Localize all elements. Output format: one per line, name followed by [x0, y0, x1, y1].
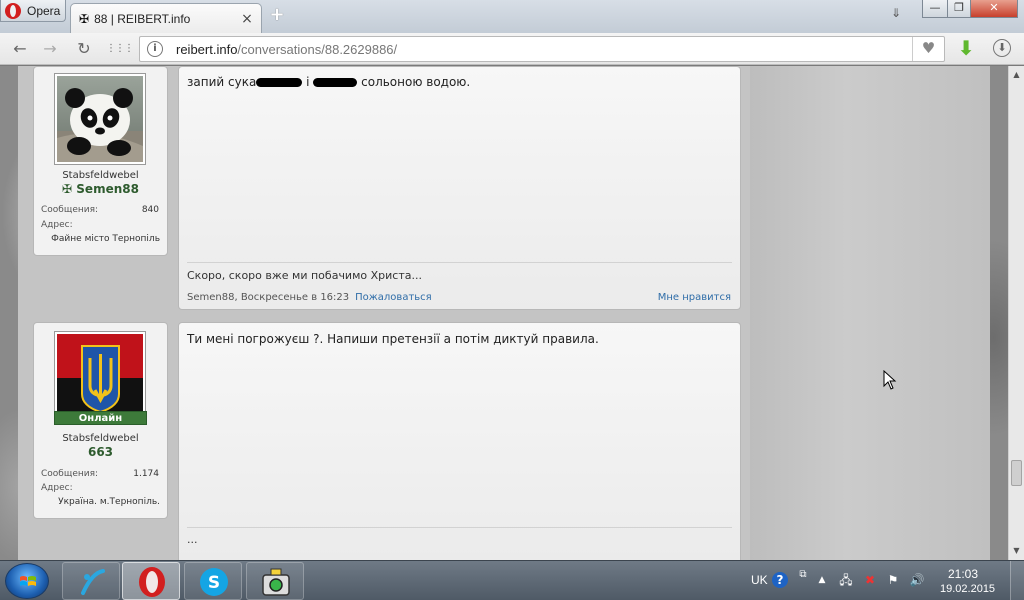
url-path: /conversations/88.2629886/: [237, 42, 398, 57]
panda-avatar[interactable]: [54, 73, 146, 165]
skype-icon: S: [200, 568, 228, 596]
scroll-thumb[interactable]: [1011, 460, 1022, 486]
window-restore-button[interactable]: ❐: [947, 0, 971, 18]
telecom-app-icon: [81, 569, 105, 595]
windows-logo-icon: [20, 576, 36, 586]
post-2-text: Ти мені погрожуєш ?. Напиши претензії а …: [187, 332, 599, 346]
site-info-icon[interactable]: i: [147, 41, 163, 57]
clock-time[interactable]: 21:03: [940, 567, 986, 581]
signature-divider: [187, 262, 732, 263]
bookmark-heart-icon[interactable]: ♥: [912, 37, 944, 61]
camera-icon: [262, 568, 290, 596]
post-2-signature: ...: [187, 533, 198, 546]
mouse-cursor-icon: [883, 370, 897, 390]
username-link[interactable]: ✠ Semen88: [34, 182, 167, 196]
new-tab-button[interactable]: +: [268, 6, 286, 24]
post-1-message: запий сука і сольоною водою. Скоро, скор…: [178, 66, 741, 310]
browser-navigation-bar: ← → ↻ ⋮⋮⋮ i reibert.info/conversations/8…: [0, 33, 1024, 65]
address-value: Файне місто Тернопіль: [51, 234, 160, 244]
opera-logo-icon: [5, 2, 21, 19]
browser-title-bar: Opera ✠ 88 | REIBERT.info × + ⇓ — ❐ ✕: [0, 0, 1024, 33]
tab-menu-icon[interactable]: ⇓: [887, 6, 905, 22]
trident-flag-avatar[interactable]: [54, 331, 146, 423]
post-1-signature: Скоро, скоро вже ми побачимо Христа...: [187, 269, 422, 282]
taskbar-opera[interactable]: [122, 562, 180, 600]
downloads-icon[interactable]: ⬇: [993, 39, 1011, 57]
report-link[interactable]: Пожаловаться: [355, 292, 432, 303]
keyboard-language-indicator[interactable]: UK: [751, 573, 768, 587]
scroll-up-arrow-icon[interactable]: ▲: [1009, 68, 1024, 82]
tab-title: 88 | REIBERT.info: [94, 11, 191, 26]
redacted-mark: [256, 78, 303, 87]
clock-date[interactable]: 19.02.2015: [940, 583, 995, 595]
online-status-badge: Онлайн: [54, 411, 147, 425]
like-link[interactable]: Мне нравится: [658, 292, 731, 303]
post-1-text-end: сольоною водою.: [361, 75, 471, 89]
taskbar-telecom-app[interactable]: [62, 562, 120, 600]
address-value: Україна. м.Тернопіль.: [58, 497, 160, 507]
flag-notification-icon[interactable]: ⚑: [885, 572, 901, 588]
post-1-author-time[interactable]: Semen88, Воскресенье в 16:23: [187, 292, 349, 303]
user-rank: Stabsfeldwebel: [62, 433, 139, 444]
forward-arrow-icon[interactable]: →: [40, 39, 60, 59]
trident-icon: [57, 334, 143, 420]
svg-text:S: S: [208, 573, 220, 593]
volume-icon[interactable]: 🔊: [909, 572, 925, 588]
window-minimize-button[interactable]: —: [922, 0, 948, 18]
windows-taskbar: S UK ? ⧉ ▲ 🖧 ✖ ⚑ 🔊 21:03 19.02.2015: [0, 560, 1024, 600]
download-arrow-icon[interactable]: ⬇: [955, 37, 977, 59]
network-icon[interactable]: 🖧: [838, 572, 854, 588]
browser-tab[interactable]: ✠ 88 | REIBERT.info ×: [70, 3, 262, 33]
page-scrollbar[interactable]: ▲ ▼: [1008, 66, 1024, 560]
username-link[interactable]: 663: [34, 445, 167, 459]
taskbar-camera-app[interactable]: [246, 562, 304, 600]
post-1-text: запий сука і сольоною водою.: [187, 75, 470, 89]
opera-taskbar-icon: [139, 567, 165, 597]
address-label: Адрес:: [41, 220, 73, 230]
redacted-mark: [313, 78, 358, 87]
window-close-button[interactable]: ✕: [970, 0, 1018, 18]
scroll-down-arrow-icon[interactable]: ▼: [1009, 544, 1024, 558]
power-icon[interactable]: ✖: [862, 572, 878, 588]
messages-count: 1.174: [133, 469, 159, 479]
post-1-text-middle: і: [306, 75, 310, 89]
iron-cross-icon: ✠: [62, 182, 73, 196]
username-text: Semen88: [76, 182, 139, 196]
url-host: reibert.info: [176, 42, 238, 57]
right-sidebar-area: [750, 66, 990, 560]
help-icon[interactable]: ?: [772, 572, 788, 588]
post-2-message: Ти мені погрожуєш ?. Напиши претензії а …: [178, 322, 741, 560]
show-desktop-button[interactable]: [1010, 561, 1024, 600]
opera-menu-button[interactable]: Opera: [0, 0, 66, 22]
messages-label: Сообщения:: [41, 205, 99, 215]
taskbar-skype[interactable]: S: [184, 562, 242, 600]
post-1-meta: Semen88, Воскресенье в 16:23 Пожаловаться: [187, 292, 432, 303]
display-switch-icon[interactable]: ⧉: [795, 567, 811, 583]
post-1-user-card: Stabsfeldwebel ✠ Semen88 Сообщения: 840 …: [33, 66, 168, 256]
opera-menu-label: Opera: [27, 3, 61, 18]
post-2-user-card: Онлайн Stabsfeldwebel 663 Сообщения: 1.1…: [33, 322, 168, 519]
address-bar[interactable]: i reibert.info/conversations/88.2629886/…: [139, 36, 945, 62]
tray-expand-arrow-icon[interactable]: ▲: [814, 572, 830, 588]
user-rank: Stabsfeldwebel: [62, 170, 139, 181]
speed-dial-icon[interactable]: ⋮⋮⋮: [106, 39, 134, 59]
address-label: Адрес:: [41, 483, 73, 493]
panda-icon: [57, 88, 143, 162]
panda-avatar-image: [57, 76, 143, 162]
messages-count: 840: [141, 205, 159, 215]
signature-divider: [187, 527, 732, 528]
start-button[interactable]: [5, 563, 49, 599]
back-arrow-icon[interactable]: ←: [10, 39, 30, 59]
messages-label: Сообщения:: [41, 469, 99, 479]
url-text[interactable]: reibert.info/conversations/88.2629886/: [176, 42, 397, 57]
reload-icon[interactable]: ↻: [74, 39, 94, 59]
trident-flag-image: [57, 334, 143, 420]
iron-cross-favicon-icon: ✠: [79, 11, 90, 26]
tab-close-icon[interactable]: ×: [239, 11, 255, 27]
post-1-text-start: запий сука: [187, 75, 257, 89]
